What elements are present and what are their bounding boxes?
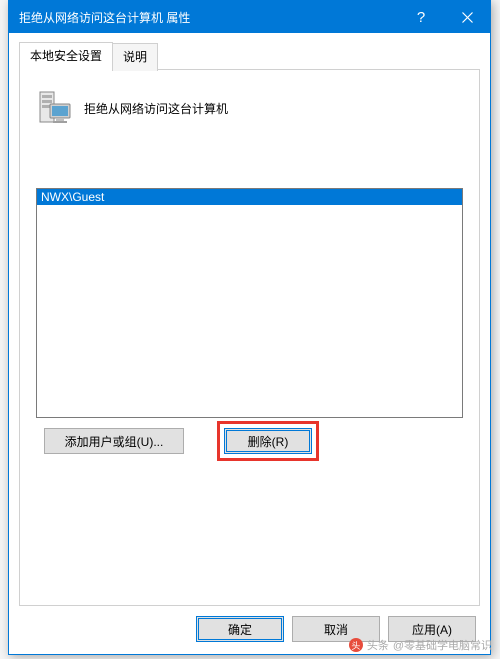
ok-button[interactable]: 确定 — [196, 616, 284, 642]
watermark-icon: 头 — [349, 638, 363, 652]
dialog-body: 本地安全设置 说明 — [9, 33, 490, 606]
tab-panel: 拒绝从网络访问这台计算机 NWX\Guest 添加用户或组(U)... 删除(R… — [19, 69, 480, 606]
list-button-row: 添加用户或组(U)... 删除(R) — [36, 428, 463, 454]
heading-row: 拒绝从网络访问这台计算机 — [36, 88, 463, 128]
tab-strip: 本地安全设置 说明 — [19, 41, 480, 69]
user-listbox[interactable]: NWX\Guest — [36, 188, 463, 418]
tab-local-security[interactable]: 本地安全设置 — [19, 42, 113, 70]
window-title: 拒绝从网络访问这台计算机 属性 — [19, 9, 398, 26]
properties-dialog: 拒绝从网络访问这台计算机 属性 ? 本地安全设置 说明 — [8, 0, 491, 655]
add-user-button[interactable]: 添加用户或组(U)... — [44, 428, 184, 454]
watermark-prefix: 头条 — [367, 637, 389, 653]
watermark: 头 头条 @零基础学电脑常识 — [349, 637, 492, 653]
remove-highlight: 删除(R) — [224, 428, 312, 454]
remove-button[interactable]: 删除(R) — [224, 428, 312, 454]
close-button[interactable] — [444, 1, 490, 33]
server-icon — [36, 88, 72, 128]
titlebar[interactable]: 拒绝从网络访问这台计算机 属性 ? — [9, 1, 490, 33]
tab-explanation[interactable]: 说明 — [112, 43, 158, 71]
list-item[interactable]: NWX\Guest — [37, 189, 462, 205]
help-button[interactable]: ? — [398, 1, 444, 33]
policy-heading: 拒绝从网络访问这台计算机 — [84, 100, 228, 117]
close-icon — [462, 12, 473, 23]
watermark-text: @零基础学电脑常识 — [393, 637, 492, 653]
